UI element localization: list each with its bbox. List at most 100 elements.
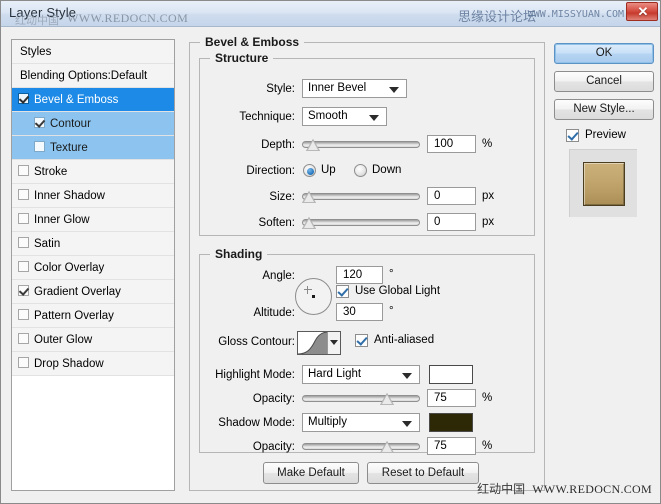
style-checkbox[interactable] [18,237,29,248]
preview-checkbox[interactable] [566,129,579,142]
style-row-stroke[interactable]: Stroke [12,160,174,184]
structure-legend: Structure [210,51,273,65]
shadow-opacity-slider[interactable] [302,438,420,456]
style-preview-thumbnail [583,162,625,206]
size-slider[interactable] [302,188,420,206]
style-checkbox[interactable] [18,189,29,200]
angle-label: Angle: [199,266,295,286]
highlight-mode-label: Highlight Mode: [199,365,295,385]
styles-list-panel: Styles Blending Options:Default Bevel & … [11,39,175,491]
style-checkbox[interactable] [18,285,29,296]
technique-dropdown[interactable]: Smooth [302,107,387,126]
style-checkbox[interactable] [18,93,29,104]
style-preview-box [569,149,637,217]
style-row-inner-glow[interactable]: Inner Glow [12,208,174,232]
style-checkbox[interactable] [18,357,29,368]
styles-panel-header: Styles [12,40,174,64]
altitude-label: Altitude: [199,303,295,323]
window-title: Layer Style [9,5,76,20]
soften-slider[interactable] [302,214,420,232]
reset-to-default-button[interactable]: Reset to Default [367,462,479,484]
soften-unit: px [482,213,494,231]
size-label: Size: [199,187,295,207]
style-row-texture[interactable]: Texture [12,136,174,160]
shadow-mode-value: Multiply [308,416,347,428]
highlight-opacity-input[interactable]: 75 [427,389,476,407]
new-style-button[interactable]: New Style... [554,99,654,120]
angle-crosshair-icon [304,286,312,294]
gloss-contour-dropdown-arrow[interactable] [327,332,340,354]
soften-slider-track [302,219,420,226]
shading-legend: Shading [210,247,267,261]
use-global-light-checkbox[interactable] [336,285,349,298]
watermark-topright-url: WWW.MISSYUAN.COM [528,9,624,20]
style-row-gradient-overlay[interactable]: Gradient Overlay [12,280,174,304]
highlight-mode-value: Hard Light [308,368,361,380]
style-row-color-overlay[interactable]: Color Overlay [12,256,174,280]
shadow-mode-dropdown[interactable]: Multiply [302,413,420,432]
gloss-contour-picker[interactable] [297,331,341,355]
depth-slider-thumb[interactable] [306,139,320,151]
highlight-opacity-unit: % [482,389,492,407]
watermark-topright-cn: 思缘设计论坛 [458,6,536,25]
style-row-contour[interactable]: Contour [12,112,174,136]
style-dropdown[interactable]: Inner Bevel [302,79,407,98]
title-bar: Layer Style 红动中国 WWW.REDOCN.COM 思缘设计论坛 W… [1,1,660,27]
style-checkbox[interactable] [18,165,29,176]
style-row-label: Inner Glow [34,214,90,226]
blending-options-label: Blending Options:Default [20,70,147,82]
style-row-label: Gradient Overlay [34,286,121,298]
style-checkbox[interactable] [34,141,45,152]
direction-down-radio[interactable] [354,164,367,177]
style-dropdown-value: Inner Bevel [308,82,366,94]
style-row-label: Drop Shadow [34,358,104,370]
highlight-opacity-slider[interactable] [302,390,420,408]
highlight-opacity-track [302,395,420,402]
style-checkbox[interactable] [34,117,45,128]
direction-up-radio[interactable] [303,164,316,177]
anti-aliased-checkbox[interactable] [355,334,368,347]
shadow-opacity-thumb[interactable] [380,441,394,453]
style-row-drop-shadow[interactable]: Drop Shadow [12,352,174,376]
altitude-input[interactable]: 30 [336,303,383,321]
style-row-label: Satin [34,238,60,250]
styles-header-label: Styles [20,46,51,58]
style-checkbox[interactable] [18,309,29,320]
style-label: Style: [199,79,295,99]
depth-input[interactable]: 100 [427,135,476,153]
angle-input[interactable]: 120 [336,266,383,284]
style-row-bevel-emboss[interactable]: Bevel & Emboss [12,88,174,112]
ok-button[interactable]: OK [554,43,654,64]
angle-dial[interactable] [295,278,332,315]
soften-input[interactable]: 0 [427,213,476,231]
highlight-mode-dropdown[interactable]: Hard Light [302,365,420,384]
style-row-inner-shadow[interactable]: Inner Shadow [12,184,174,208]
make-default-button[interactable]: Make Default [263,462,359,484]
highlight-opacity-thumb[interactable] [380,393,394,405]
gloss-contour-curve-icon [298,332,328,354]
size-input[interactable]: 0 [427,187,476,205]
depth-slider[interactable] [302,136,420,154]
style-checkbox[interactable] [18,333,29,344]
highlight-color-swatch[interactable] [429,365,473,384]
direction-label: Direction: [199,161,295,181]
blending-options-row[interactable]: Blending Options:Default [12,64,174,88]
watermark-title-url: WWW.REDOCN.COM [67,11,188,26]
technique-dropdown-value: Smooth [308,110,348,122]
style-checkbox[interactable] [18,261,29,272]
shadow-opacity-input[interactable]: 75 [427,437,476,455]
style-row-satin[interactable]: Satin [12,232,174,256]
style-checkbox[interactable] [18,213,29,224]
size-slider-thumb[interactable] [302,191,316,203]
cancel-button[interactable]: Cancel [554,71,654,92]
close-button[interactable]: ✕ [626,2,658,21]
angle-center-dot [312,295,315,298]
style-row-pattern-overlay[interactable]: Pattern Overlay [12,304,174,328]
soften-slider-thumb[interactable] [302,217,316,229]
soften-label: Soften: [199,213,295,233]
layer-style-dialog: Layer Style 红动中国 WWW.REDOCN.COM 思缘设计论坛 W… [0,0,661,504]
highlight-opacity-label: Opacity: [199,389,295,409]
style-row-outer-glow[interactable]: Outer Glow [12,328,174,352]
chevron-down-icon [402,373,412,379]
shadow-color-swatch[interactable] [429,413,473,432]
